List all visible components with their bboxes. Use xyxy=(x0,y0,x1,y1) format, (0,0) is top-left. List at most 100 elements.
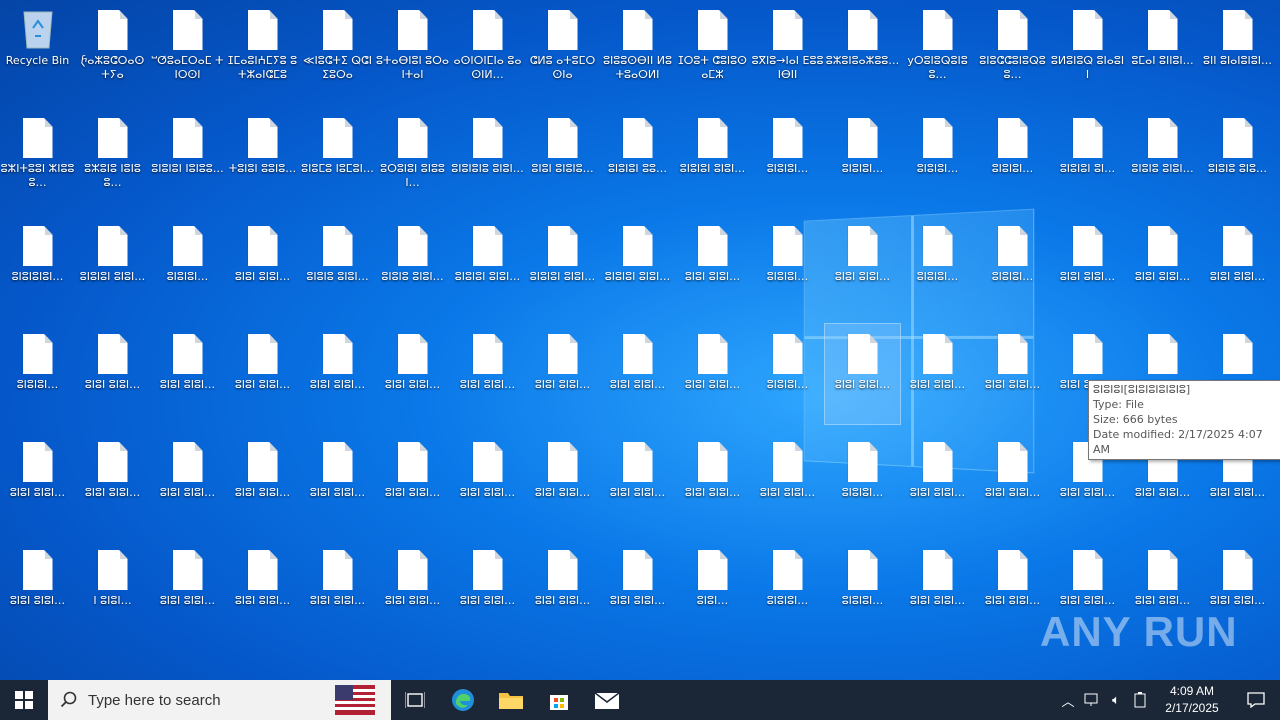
desktop-file-icon[interactable]: ⵓⵏⵓⵏ ⵓⵏⵓⵏ… xyxy=(75,324,150,424)
desktop-file-icon[interactable]: ⵓⵏⵓⵏ ⵓⵏⵓⵏ… xyxy=(150,540,225,640)
desktop-file-icon[interactable]: ⵓⵏⵓⵏ ⵓⵏⵓⵏ… xyxy=(1200,216,1275,316)
desktop-file-icon[interactable]: ⵓⵣⵓⵏⵓ ⵏⵓⵏⵓⵓ… xyxy=(75,108,150,208)
desktop-file-icon[interactable]: ⵓⵏⵓⵏⵓⵏ… xyxy=(750,108,825,208)
desktop-file-icon[interactable]: ⵓⵏⵓⵏⵓⵏ… xyxy=(750,324,825,424)
desktop-file-icon[interactable]: ⵓⵏⵓⵏ ⵓⵏⵓⵏ… xyxy=(975,540,1050,640)
desktop-file-icon[interactable]: ⵓⵏⵓⵏⵓⵏ… xyxy=(750,216,825,316)
desktop-file-icon[interactable]: ⵓⵏⵓⵏ ⵓⵏⵓⵏ… xyxy=(150,324,225,424)
store-button[interactable] xyxy=(535,680,583,720)
desktop-file-icon[interactable]: ⵓⵏⵓⵏ ⵓⵏⵓⵏ… xyxy=(750,432,825,532)
desktop-file-icon[interactable]: ⵓⵏⵓⵏ ⵓⵏⵓⵏ… xyxy=(450,432,525,532)
desktop-file-icon[interactable]: ⴰⵙⵏⵔⵏⵎⵏⴰ ⵓⴰⵙⵏⵍ… xyxy=(450,0,525,100)
desktop-file-icon[interactable]: ⵓⵏⵓⵏⵓ ⵓⵏⵓⵏ… xyxy=(300,216,375,316)
desktop-file-icon[interactable]: ⵓⵏⵓⵏ ⵓⵏⵓⵏ… xyxy=(300,324,375,424)
desktop-file-icon[interactable]: ⵓⵏⵓⵏⵓⵏ ⵓⵓ… xyxy=(600,108,675,208)
desktop-file-icon[interactable]: ⵓⵏⵓⵏ ⵓⵏⵓⵏ… xyxy=(824,323,901,425)
desktop-file-icon[interactable]: ⵓⵏⵓⵏ ⵓⵏⵓⵏ… xyxy=(225,432,300,532)
desktop-file-icon[interactable]: ⵓⵏⵓⵏⵓⵏⵓ ⵓⵏⵓⵏ… xyxy=(450,108,525,208)
desktop-file-icon[interactable]: ⵯⵚⵓⴰⵎⵔⴰⵎ ⵜⵏⵔⵙⵏ xyxy=(150,0,225,100)
mail-button[interactable] xyxy=(583,680,631,720)
desktop-file-icon[interactable]: ⵓⵣⵏⵜⵓⵓⵏ ⵣⵏⵓⵓⵓ… xyxy=(0,108,75,208)
desktop-file-icon[interactable]: ⵓⵏⵓⵏⵓⵏ ⵓⵏⵓⵏ… xyxy=(600,216,675,316)
desktop-file-icon[interactable]: ⵓⵏⵓⵏ ⵓⵏⵓⵏ… xyxy=(225,216,300,316)
volume-icon[interactable]: 🔈︎ xyxy=(1104,680,1128,720)
desktop-file-icon[interactable]: ⵓⵏⵓⵏ ⵓⵏⵓⵏ… xyxy=(225,540,300,640)
desktop-file-icon[interactable]: ⵓⵏⵓⵏ ⵓⵏⵓⵏ… xyxy=(675,216,750,316)
desktop-file-icon[interactable]: ⵓⵏⵓⵏ ⵓⵏⵓⵏ… xyxy=(900,324,975,424)
recycle-bin-icon-item[interactable]: Recycle Bin xyxy=(0,0,75,100)
desktop-file-icon[interactable]: ⵊⵎⴰⵓⵏⵄⵎⵢⵓ ⵓⵜⵣⴰⵏⵛⵎⵓ xyxy=(225,0,300,100)
desktop-file-icon[interactable]: ⵓⵏⵓⵏ ⵓⵏⵓⵏ… xyxy=(975,432,1050,532)
desktop-file-icon[interactable]: ⵓⵏⵓⵏ ⵓⵏⵓⵏⵓ… xyxy=(525,108,600,208)
desktop-file-icon[interactable]: yⵔⵓⵏⵓⵕⵓⵏⵓ ⵓ… xyxy=(900,0,975,100)
desktop-file-icon[interactable]: ⵓⵏⵓⵏⵓⵏ… xyxy=(825,540,900,640)
desktop[interactable]: Recycle Bin ⴡⴰⵣⵓⵛⵔⴰⵙ ⵜⵢⴰ ⵯⵚⵓⴰⵎⵔⴰⵎ ⵜⵏⵔⵙⵏ ⵊⵎⴰ… xyxy=(0,0,1280,680)
desktop-file-icon[interactable]: ⵓⵏⵓⵏⵓ ⵓⵏⵓⵏ… xyxy=(375,216,450,316)
task-view-button[interactable] xyxy=(391,680,439,720)
file-explorer-button[interactable] xyxy=(487,680,535,720)
desktop-file-icon[interactable]: ⵓⵏⵓⵏ ⵓⵏⵓⵏ… xyxy=(900,540,975,640)
desktop-file-icon[interactable]: ⵓⵏⵓⵏ ⵓⵏⵓⵏ… xyxy=(375,324,450,424)
battery-icon[interactable] xyxy=(1128,680,1152,720)
desktop-file-icon[interactable]: ⵓⵏⵓⵏⵓⵏ ⵓⵏⵓⵏ… xyxy=(450,216,525,316)
taskbar-search-box[interactable] xyxy=(48,680,391,720)
desktop-file-icon[interactable]: ⵓⵏⵓⵏ ⵓⵏⵓⵏ… xyxy=(900,432,975,532)
desktop-file-icon[interactable]: ⵓⵏⵓⵏⵓⵏ… xyxy=(750,540,825,640)
desktop-file-icon[interactable]: ⵓⵏⵓⵏ… xyxy=(675,540,750,640)
desktop-file-icon[interactable]: ⵓⵏⵓⵏⵓⵏ ⵓⵏⵓⵏ… xyxy=(675,108,750,208)
desktop-file-icon[interactable]: ⵓⵏⵏ ⵓⵏⴰⵏⵓⵏⵓⵏ… xyxy=(1200,0,1275,100)
desktop-file-icon[interactable]: ⵓⵏⵓⵏⵓ ⵓⵏⵓⵏ… xyxy=(1125,108,1200,208)
desktop-file-icon[interactable]: ⵓⵏⵓⵓⵙⴱⵏⵏ ⵍⵓⵜⵓⴰⵔⵍⵏ xyxy=(600,0,675,100)
desktop-file-icon[interactable]: ⵓⵏⵓⵏⵓⵏ… xyxy=(900,108,975,208)
desktop-file-icon[interactable]: ⵓⵏⵓⵏⵓⵏ… xyxy=(0,324,75,424)
start-button[interactable] xyxy=(0,680,48,720)
desktop-file-icon[interactable]: ⵓⵔⵓⵏⵓⵏ ⵓⵏⵓⵓⵏ… xyxy=(375,108,450,208)
desktop-file-icon[interactable]: ⵓⵏⵓⵏⵓⵏ ⵏⵓⵏⵓⵓ… xyxy=(150,108,225,208)
desktop-file-icon[interactable]: ⵓⵏⵓⵏ ⵓⵏⵓⵏ… xyxy=(450,540,525,640)
taskbar-clock[interactable]: 4:09 AM 2/17/2025 xyxy=(1152,683,1232,717)
desktop-file-icon[interactable]: ⵓⵏⵓⵏ ⵓⵏⵓⵏ… xyxy=(1125,216,1200,316)
desktop-file-icon[interactable]: ⵓⵏⵓⵏ ⵓⵏⵓⵏ… xyxy=(300,540,375,640)
desktop-file-icon[interactable]: ⵓⵏⵓⵎⵓ ⵏⵓⵎⵓⵏ… xyxy=(300,108,375,208)
desktop-file-icon[interactable]: ⵓⵏⵓⵏⵓⵏ ⵓⵏ… xyxy=(1050,108,1125,208)
desktop-file-icon[interactable]: ⵏ ⵓⵏⵓⵏ… xyxy=(75,540,150,640)
desktop-file-icon[interactable]: ⵓⵏⵓⵏⵓⵏ… xyxy=(825,108,900,208)
desktop-file-icon[interactable]: ⵓⵏⵓⵏ ⵓⵏⵓⵏ… xyxy=(525,324,600,424)
desktop-file-icon[interactable]: ⵓⵏⵓⵏⵓⵏⵓⵏ… xyxy=(0,216,75,316)
desktop-file-icon[interactable]: ⵊⵔⵓⵜ ⵛⵓⵏⵓⵙⴰⵎⵣ xyxy=(675,0,750,100)
desktop-file-icon[interactable]: ⵓⵏⵓⵏⵓⵏ ⵓⵏⵓⵏ… xyxy=(525,216,600,316)
desktop-file-icon[interactable]: ⵓⵏⵓⵏ ⵓⵏⵓⵏ… xyxy=(825,216,900,316)
desktop-file-icon[interactable]: ⵓⴳⵏⵓ→ⵏⴰⵏ ⴹⵓⵓⵏⴱⵏⵏ xyxy=(750,0,825,100)
desktop-file-icon[interactable]: ⵛⵍⵓ ⴰⵜⵓⵎⵔⵙⵏⴰ xyxy=(525,0,600,100)
desktop-file-icon[interactable]: ⵓⵏⵓⵏ ⵓⵏⵓⵏ… xyxy=(675,324,750,424)
chevron-up-icon[interactable]: ︿ xyxy=(1056,680,1080,720)
desktop-file-icon[interactable]: ⵓⵏⵓⵏ ⵓⵏⵓⵏ… xyxy=(300,432,375,532)
desktop-file-icon[interactable]: ⵓⵏⵓⵏ ⵓⵏⵓⵏ… xyxy=(0,540,75,640)
desktop-file-icon[interactable]: ⵓⵎⴰⵏ ⵓⵏⵏⵓⵏ… xyxy=(1125,0,1200,100)
desktop-file-icon[interactable]: ⵓⵏⵓⵏⵓⵏ… xyxy=(975,216,1050,316)
desktop-file-icon[interactable]: ⵓⵏⵓⵏ ⵓⵏⵓⵏ… xyxy=(375,540,450,640)
desktop-file-icon[interactable]: ⵓⵏⵓⵏ ⵓⵏⵓⵏ… xyxy=(450,324,525,424)
notifications-button[interactable] xyxy=(1232,680,1280,720)
desktop-file-icon[interactable]: ⵓⵏⵓⵏ ⵓⵏⵓⵏ… xyxy=(975,324,1050,424)
desktop-file-icon[interactable]: ⵓⵏⵓⵏ ⵓⵏⵓⵏ… xyxy=(675,432,750,532)
desktop-file-icon[interactable]: ⵓⵏⵓⵏ ⵓⵏⵓⵏ… xyxy=(600,324,675,424)
desktop-file-icon[interactable]: ⵓⵜⴰⴱⵏⵓⵏ ⵓⵔⴰⵏⵜⴰⵏ xyxy=(375,0,450,100)
desktop-file-icon[interactable]: ⵓⵣⵓⵏⵓⴰⵣⵓⵓ… xyxy=(825,0,900,100)
desktop-file-icon[interactable]: ⵓⵏⵓⵏ ⵓⵏⵓⵏ… xyxy=(0,432,75,532)
desktop-file-icon[interactable]: ⴡⴰⵣⵓⵛⵔⴰⵙ ⵜⵢⴰ xyxy=(75,0,150,100)
desktop-file-icon[interactable]: ⵓⵏⵓⵏⵓⵏ ⵓⵏⵓⵏ… xyxy=(75,216,150,316)
desktop-file-icon[interactable]: ⵓⵏⵓⵏ ⵓⵏⵓⵏ… xyxy=(525,432,600,532)
desktop-file-icon[interactable]: ⵓⵏⵓⵏⵓ ⵓⵏⵓ… xyxy=(1200,108,1275,208)
search-input[interactable] xyxy=(86,690,320,710)
desktop-file-icon[interactable]: ⵓⵏⵓⵏⵓⵏ… xyxy=(975,108,1050,208)
desktop-file-icon[interactable]: ⵓⵏⵓⵏ ⵓⵏⵓⵏ… xyxy=(375,432,450,532)
desktop-file-icon[interactable]: ⵓⵏⵓⵏ ⵓⵏⵓⵏ… xyxy=(600,540,675,640)
desktop-file-icon[interactable]: ⵓⵏⵓⵏ ⵓⵏⵓⵏ… xyxy=(225,324,300,424)
desktop-file-icon[interactable]: ⵓⵏⵓⵛⵛⵓⵏⵓⵕⵓⵓ… xyxy=(975,0,1050,100)
desktop-file-icon[interactable]: ⵓⵏⵓⵏ ⵓⵏⵓⵏ… xyxy=(150,432,225,532)
desktop-file-icon[interactable]: ⵓⵏⵓⵏⵓⵏ… xyxy=(150,216,225,316)
desktop-file-icon[interactable]: ⵓⵏⵓⵏ ⵓⵏⵓⵏ… xyxy=(75,432,150,532)
edge-taskbar-button[interactable] xyxy=(439,680,487,720)
desktop-file-icon[interactable]: ≪ⵏⵓⵛⵜⵉ ⵕⵛⵏⵉⵓⵔⴰ xyxy=(300,0,375,100)
